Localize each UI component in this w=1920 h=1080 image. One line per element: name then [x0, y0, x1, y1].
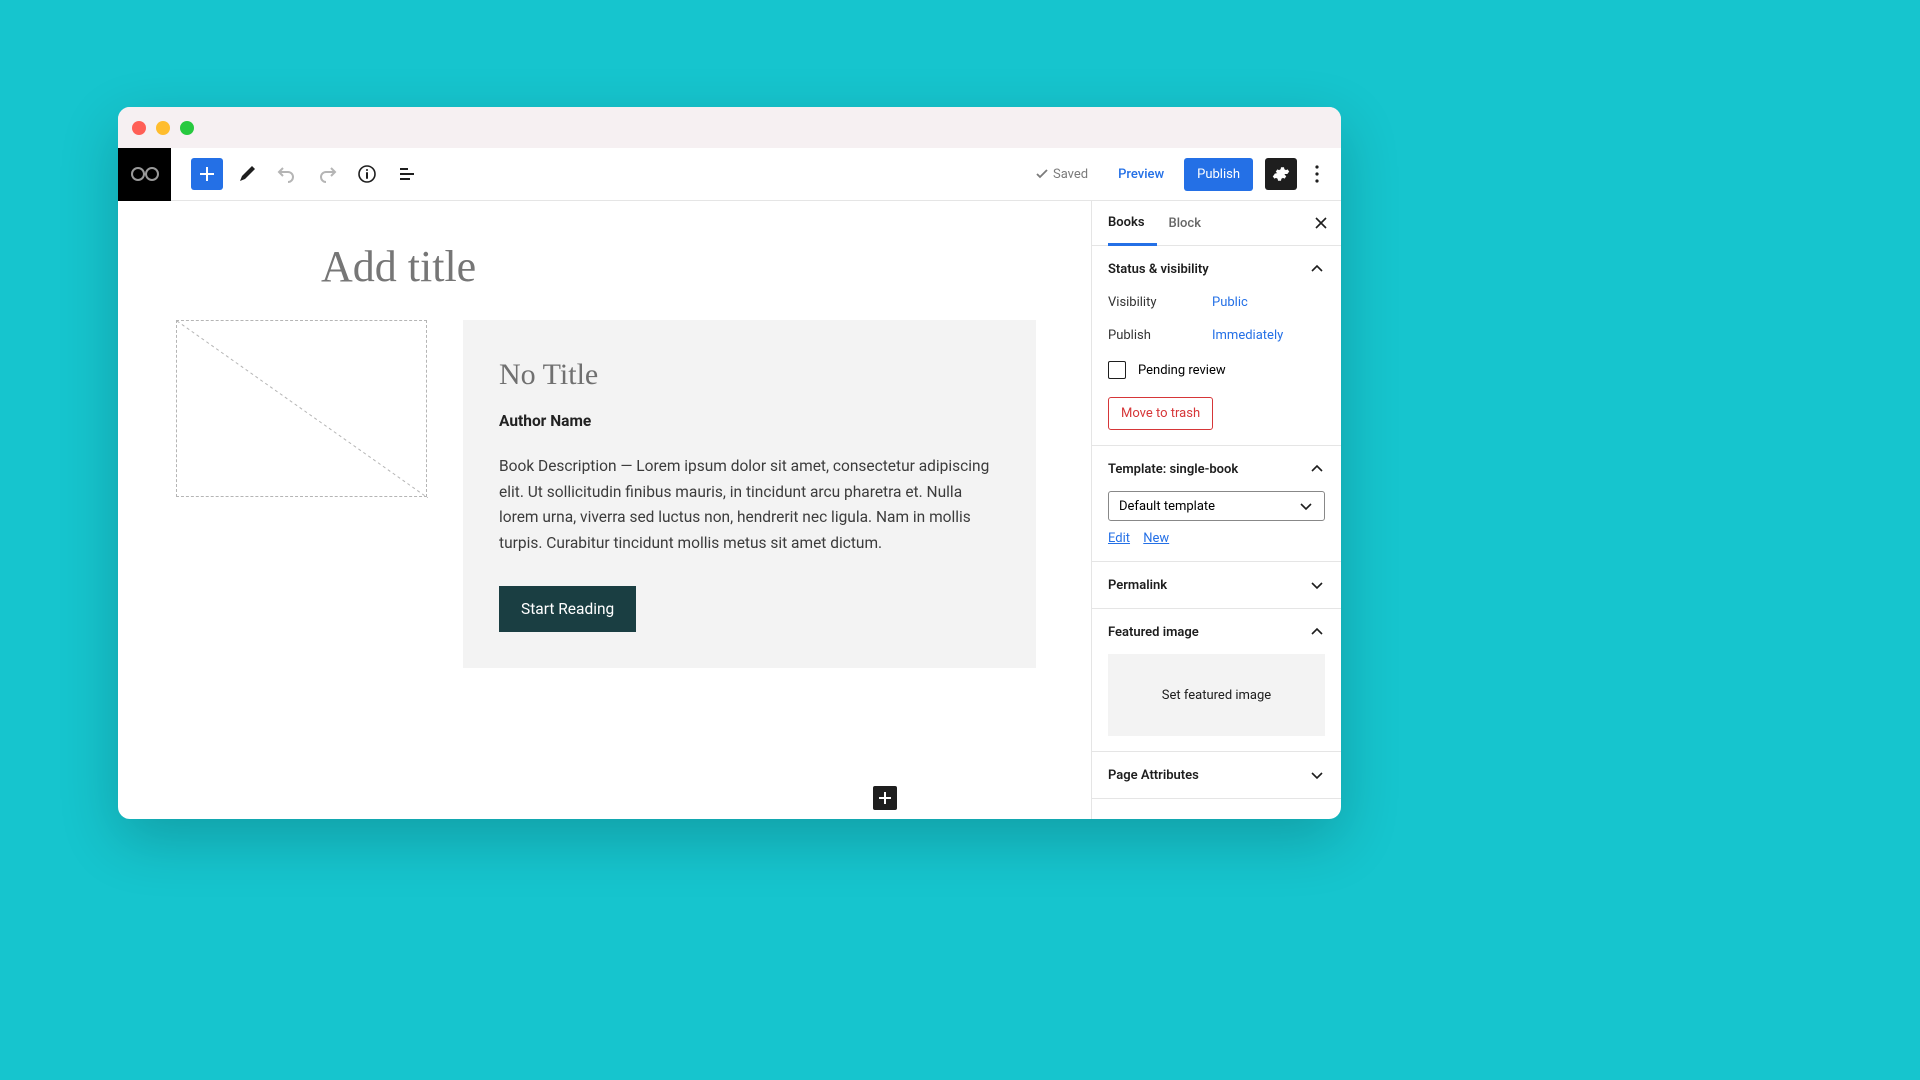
visibility-label: Visibility — [1108, 295, 1212, 310]
template-panel: Template: single-book Default template E… — [1092, 446, 1341, 562]
publish-time-row: Publish Immediately — [1108, 328, 1325, 343]
visibility-value[interactable]: Public — [1212, 295, 1248, 310]
permalink-panel: Permalink — [1092, 562, 1341, 609]
pending-review-row[interactable]: Pending review — [1108, 361, 1325, 379]
tab-books[interactable]: Books — [1108, 201, 1157, 246]
undo-icon — [277, 164, 297, 184]
app-window: Saved Preview Publish Add title No Title… — [118, 107, 1341, 819]
kebab-icon — [1315, 165, 1319, 183]
pending-review-checkbox[interactable] — [1108, 361, 1126, 379]
start-reading-button[interactable]: Start Reading — [499, 586, 636, 632]
list-icon — [397, 164, 417, 184]
tab-block[interactable]: Block — [1169, 202, 1213, 244]
site-logo-button[interactable] — [118, 148, 171, 201]
page-attributes-panel: Page Attributes — [1092, 752, 1341, 799]
editor-topbar: Saved Preview Publish — [118, 148, 1341, 201]
close-icon — [1314, 216, 1328, 230]
chevron-up-icon — [1309, 261, 1325, 277]
book-description[interactable]: Book Description — Lorem ipsum dolor sit… — [499, 454, 1000, 556]
goggles-icon — [131, 165, 159, 183]
add-block-button[interactable] — [191, 158, 223, 190]
info-icon — [357, 164, 377, 184]
add-block-inline-button[interactable] — [873, 786, 897, 810]
move-to-trash-button[interactable]: Move to trash — [1108, 397, 1213, 430]
post-title-input[interactable]: Add title — [321, 241, 1061, 292]
chevron-down-icon — [1309, 767, 1325, 783]
image-placeholder[interactable] — [176, 320, 427, 497]
permalink-heading[interactable]: Permalink — [1092, 562, 1341, 608]
gear-icon — [1272, 165, 1290, 183]
settings-toggle-button[interactable] — [1265, 158, 1297, 190]
publish-button[interactable]: Publish — [1184, 158, 1253, 191]
plus-icon — [878, 791, 892, 805]
template-select-value: Default template — [1119, 499, 1215, 514]
book-title[interactable]: No Title — [499, 358, 1000, 392]
chevron-down-icon — [1298, 498, 1314, 514]
window-close-button[interactable] — [132, 121, 146, 135]
visibility-row: Visibility Public — [1108, 295, 1325, 310]
editor-canvas[interactable]: Add title No Title Author Name Book Desc… — [118, 201, 1091, 819]
chevron-down-icon — [1309, 577, 1325, 593]
details-button[interactable] — [351, 158, 383, 190]
redo-button[interactable] — [311, 158, 343, 190]
pencil-icon — [237, 164, 257, 184]
preview-button[interactable]: Preview — [1106, 159, 1176, 190]
sidebar-tabs: Books Block — [1092, 201, 1341, 246]
featured-image-heading[interactable]: Featured image — [1108, 624, 1325, 640]
sidebar-close-button[interactable] — [1311, 213, 1331, 233]
check-icon — [1035, 167, 1049, 181]
template-new-link[interactable]: New — [1143, 531, 1169, 546]
featured-image-panel: Featured image Set featured image — [1092, 609, 1341, 752]
publish-label: Publish — [1108, 328, 1212, 343]
status-visibility-heading[interactable]: Status & visibility — [1108, 261, 1325, 277]
publish-value[interactable]: Immediately — [1212, 328, 1283, 343]
outline-button[interactable] — [391, 158, 423, 190]
settings-sidebar: Books Block Status & visibility Visibili… — [1091, 201, 1341, 819]
book-author[interactable]: Author Name — [499, 412, 1000, 430]
book-card: No Title Author Name Book Description — … — [463, 320, 1036, 668]
window-maximize-button[interactable] — [180, 121, 194, 135]
template-edit-link[interactable]: Edit — [1108, 531, 1130, 546]
undo-button[interactable] — [271, 158, 303, 190]
chevron-up-icon — [1309, 624, 1325, 640]
window-minimize-button[interactable] — [156, 121, 170, 135]
more-options-button[interactable] — [1301, 158, 1333, 190]
set-featured-image-button[interactable]: Set featured image — [1108, 654, 1325, 736]
template-heading[interactable]: Template: single-book — [1108, 461, 1325, 477]
template-select[interactable]: Default template — [1108, 491, 1325, 521]
select-tool-button[interactable] — [231, 158, 263, 190]
window-titlebar — [118, 107, 1341, 148]
plus-icon — [198, 165, 216, 183]
pending-review-label: Pending review — [1138, 363, 1226, 378]
page-attributes-heading[interactable]: Page Attributes — [1092, 752, 1341, 798]
saved-status: Saved — [1035, 167, 1102, 182]
chevron-up-icon — [1309, 461, 1325, 477]
saved-label: Saved — [1053, 167, 1088, 182]
status-visibility-panel: Status & visibility Visibility Public Pu… — [1092, 246, 1341, 446]
redo-icon — [317, 164, 337, 184]
